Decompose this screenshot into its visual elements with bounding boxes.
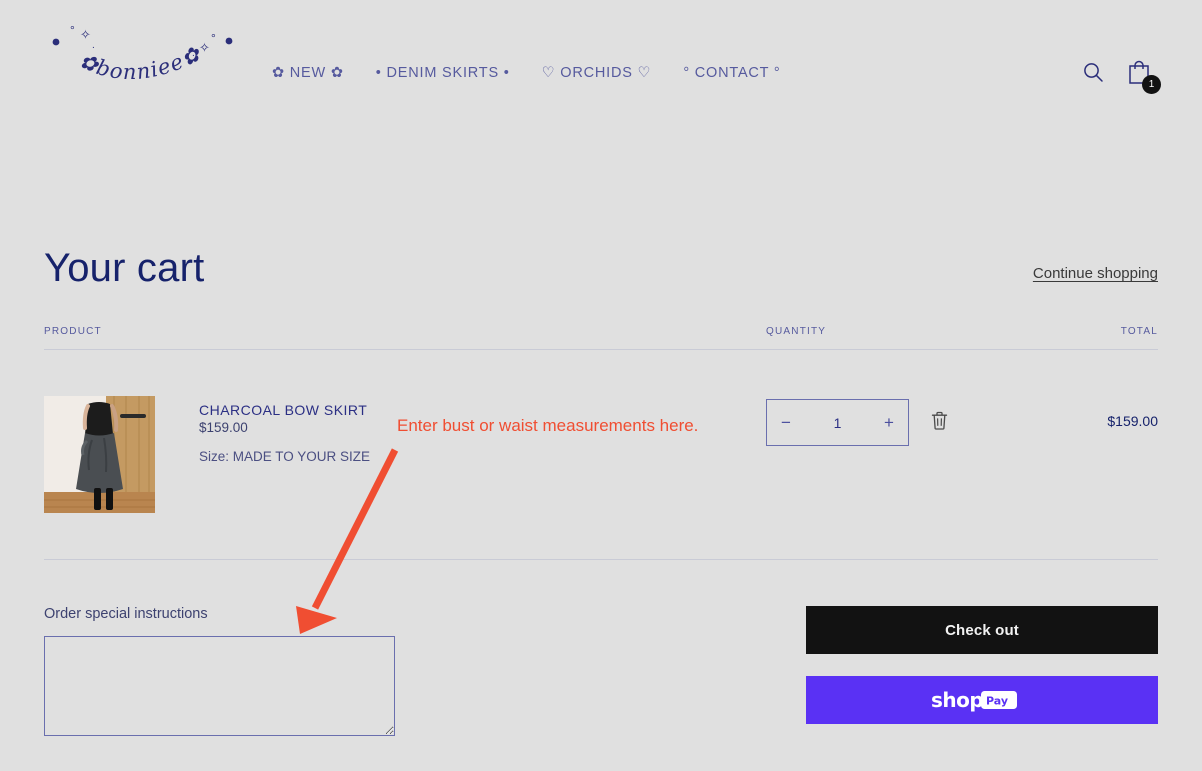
product-title-link[interactable]: CHARCOAL BOW SKIRT <box>199 402 367 418</box>
quantity-increase-button[interactable]: + <box>870 400 908 445</box>
cart-page: Your cart Continue shopping PRODUCT QUAN… <box>0 128 1202 736</box>
nav-denim-skirts[interactable]: • DENIM SKIRTS • <box>376 63 510 83</box>
quantity-decrease-button[interactable]: − <box>767 400 805 445</box>
cart-item-total: $159.00 <box>1107 413 1158 429</box>
logo-curved-text: ✿bonniee✿ <box>76 41 205 84</box>
quantity-stepper: − + <box>766 399 909 446</box>
main-navigation: ✿ NEW ✿ • DENIM SKIRTS • ♡ ORCHIDS ♡ ° C… <box>272 63 781 83</box>
logo-wordmark: ° ✧ . ✿bonniee✿ . ✧ ° <box>52 23 233 84</box>
svg-text:Pay: Pay <box>986 695 1008 708</box>
logo-dot-small-icon: . <box>92 40 95 51</box>
nav-new[interactable]: ✿ NEW ✿ <box>272 63 344 83</box>
cart-footer: Order special instructions Check out sho… <box>44 560 1158 736</box>
product-variant: Size: MADE TO YOUR SIZE <box>199 449 371 464</box>
product-image <box>44 396 155 513</box>
cart-header-row: Your cart Continue shopping <box>44 128 1158 288</box>
bonniee-logo[interactable]: ° ✧ . ✿bonniee✿ . ✧ ° <box>44 8 234 88</box>
trash-icon <box>931 411 948 430</box>
product-unit-price: $159.00 <box>199 420 248 435</box>
nav-orchids[interactable]: ♡ ORCHIDS ♡ <box>542 63 652 83</box>
search-button[interactable] <box>1082 61 1104 83</box>
nav-contact[interactable]: ° CONTACT ° <box>683 63 780 83</box>
column-header-total: TOTAL <box>1120 326 1158 337</box>
order-instructions-input[interactable] <box>44 636 395 736</box>
remove-item-button[interactable] <box>931 411 948 430</box>
logo-dot-icon <box>52 38 60 46</box>
logo-dot-small-right-icon: . <box>192 48 195 59</box>
svg-text:shop: shop <box>931 688 983 712</box>
logo-circle-icon: ° <box>70 23 75 37</box>
product-thumbnail[interactable] <box>44 396 155 513</box>
site-header: ° ✧ . ✿bonniee✿ . ✧ ° ✿ NEW ✿ • DENIM SK… <box>0 0 1202 128</box>
shop-pay-logo-icon: shop Pay <box>931 688 1017 712</box>
logo-circle-right-icon: ° <box>211 31 216 45</box>
cart-item-product-cell: CHARCOAL BOW SKIRT $159.00 Size: MADE TO… <box>44 396 766 513</box>
cart-count-badge: 1 <box>1142 75 1161 94</box>
checkout-block: Check out shop Pay <box>806 606 1158 724</box>
order-instructions-label: Order special instructions <box>44 606 208 622</box>
header-actions: 1 <box>1082 58 1161 94</box>
cart-table-header: PRODUCT QUANTITY TOTAL <box>44 326 1158 350</box>
logo-sparkle-icon: ✧ <box>80 27 91 42</box>
order-instructions-block: Order special instructions <box>44 606 396 736</box>
checkout-button[interactable]: Check out <box>806 606 1158 654</box>
logo-sparkle-right-icon: ✧ <box>199 40 210 55</box>
quantity-input[interactable] <box>809 414 866 431</box>
logo-dot-right-icon <box>225 37 233 45</box>
cart-button[interactable]: 1 <box>1126 58 1161 94</box>
page-title: Your cart <box>44 246 205 290</box>
continue-shopping-link[interactable]: Continue shopping <box>1033 265 1158 282</box>
shop-pay-button[interactable]: shop Pay <box>806 676 1158 724</box>
product-details: CHARCOAL BOW SKIRT $159.00 Size: MADE TO… <box>199 396 370 513</box>
cart-items-table: PRODUCT QUANTITY TOTAL CHARCOAL BOW SKIR… <box>44 326 1158 560</box>
column-header-product: PRODUCT <box>44 326 102 337</box>
cart-item-row: CHARCOAL BOW SKIRT $159.00 Size: MADE TO… <box>44 350 1158 560</box>
cart-item-quantity-cell: − + <box>766 396 994 446</box>
search-icon <box>1084 63 1103 82</box>
column-header-quantity: QUANTITY <box>766 326 827 337</box>
